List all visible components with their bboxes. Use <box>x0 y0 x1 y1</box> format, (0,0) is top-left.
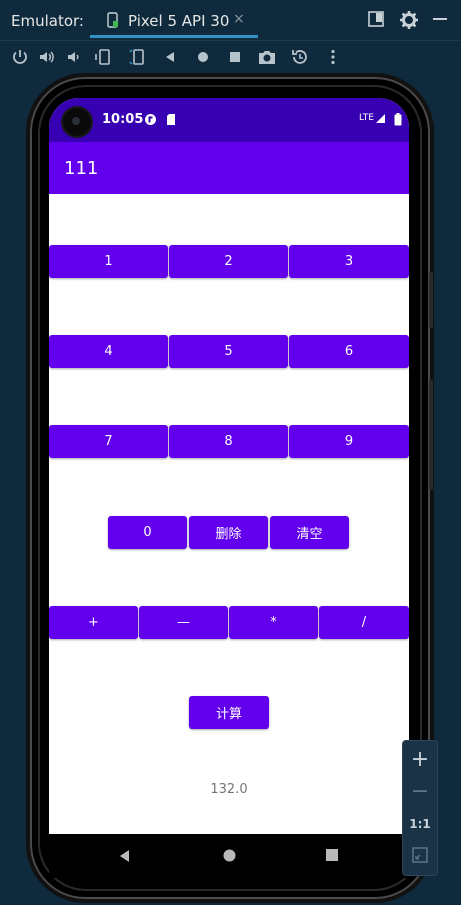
device-tab-label: Pixel 5 API 30 <box>128 12 230 30</box>
signal-icon <box>376 114 385 123</box>
clear-button[interactable]: 清空 <box>270 516 349 549</box>
nav-overview-icon[interactable] <box>325 848 339 862</box>
delete-button[interactable]: 删除 <box>189 516 268 549</box>
device-screen: 10:05 LTE 111 1 2 3 4 5 6 7 8 9 0 删除 清空 … <box>49 98 409 834</box>
nav-bar <box>49 834 409 878</box>
zoom-out-button[interactable]: − <box>403 779 437 804</box>
digit-3-button[interactable]: 3 <box>289 245 409 278</box>
sd-card-icon <box>167 114 175 125</box>
volume-up-icon[interactable] <box>37 47 57 67</box>
zoom-controls: + − 1:1 <box>402 740 438 876</box>
device-icon <box>107 12 118 28</box>
digit-2-button[interactable]: 2 <box>169 245 288 278</box>
rotate-left-icon[interactable] <box>94 47 114 67</box>
overview-icon[interactable] <box>225 47 245 67</box>
digit-5-button[interactable]: 5 <box>169 335 288 368</box>
tab-underline <box>90 35 258 38</box>
app-bar: 111 <box>49 142 409 194</box>
digit-8-button[interactable]: 8 <box>169 425 288 458</box>
emulator-toolbar <box>0 41 461 73</box>
emulator-titlebar: Emulator: Pixel 5 API 30 × <box>0 0 461 41</box>
more-icon[interactable] <box>323 47 343 67</box>
gear-icon[interactable] <box>399 10 419 30</box>
zoom-fit-icon[interactable] <box>412 847 428 863</box>
tab-close-icon[interactable]: × <box>233 11 245 27</box>
plus-button[interactable]: + <box>49 606 138 639</box>
volume-side-button <box>429 380 433 490</box>
nav-back-icon[interactable] <box>117 848 131 864</box>
digit-9-button[interactable]: 9 <box>289 425 409 458</box>
divide-button[interactable]: / <box>319 606 409 639</box>
camera-icon[interactable] <box>257 47 277 67</box>
app-title: 111 <box>64 158 99 179</box>
zoom-actual-size-button[interactable]: 1:1 <box>403 817 437 831</box>
nav-home-icon[interactable] <box>222 848 237 863</box>
digit-1-button[interactable]: 1 <box>49 245 168 278</box>
minimize-icon[interactable] <box>432 10 448 28</box>
power-icon[interactable] <box>10 47 30 67</box>
battery-icon <box>394 113 402 126</box>
network-type: LTE <box>359 113 374 123</box>
digit-7-button[interactable]: 7 <box>49 425 168 458</box>
status-bar: 10:05 LTE <box>49 98 409 142</box>
result-text: 132.0 <box>210 782 248 797</box>
snapshot-icon[interactable] <box>290 47 310 67</box>
front-camera <box>63 108 91 136</box>
digit-6-button[interactable]: 6 <box>289 335 409 368</box>
multiply-button[interactable]: * <box>229 606 318 639</box>
home-icon[interactable] <box>193 47 213 67</box>
digit-4-button[interactable]: 4 <box>49 335 168 368</box>
emulator-label: Emulator: <box>11 12 84 30</box>
device-tab[interactable]: Pixel 5 API 30 × <box>90 0 258 40</box>
digit-0-button[interactable]: 0 <box>108 516 187 549</box>
rotate-right-icon[interactable] <box>127 47 147 67</box>
restore-icon[interactable] <box>367 10 385 28</box>
minus-button[interactable]: — <box>139 606 228 639</box>
volume-down-icon[interactable] <box>64 47 84 67</box>
calculate-button[interactable]: 计算 <box>189 696 269 729</box>
back-icon[interactable] <box>160 47 180 67</box>
status-time: 10:05 <box>102 112 144 127</box>
zoom-in-button[interactable]: + <box>403 747 437 772</box>
power-side-button <box>429 272 433 328</box>
notification-icon <box>145 114 156 125</box>
